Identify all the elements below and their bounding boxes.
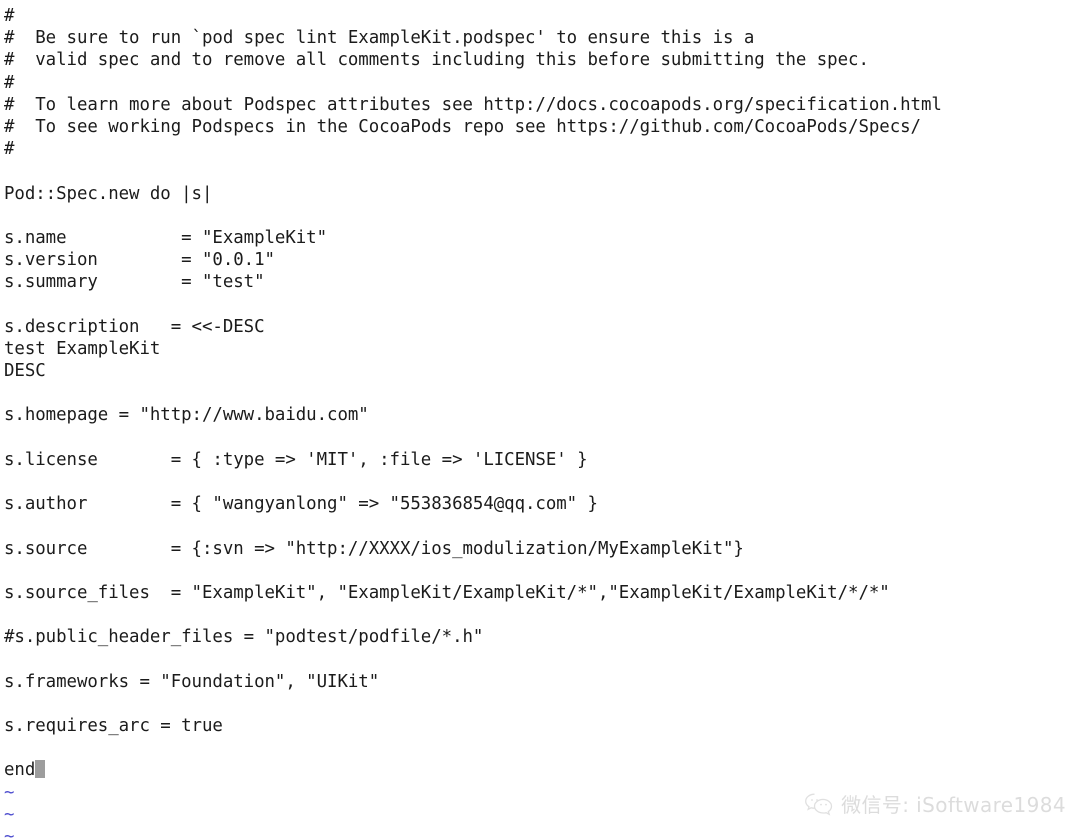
- vim-tilde: ~: [4, 782, 15, 803]
- code-line[interactable]: Pod::Spec.new do |s|: [4, 183, 1080, 205]
- code-line[interactable]: s.frameworks = "Foundation", "UIKit": [4, 671, 1080, 693]
- code-line-end-text: end: [4, 760, 36, 781]
- code-line[interactable]: s.description = <<-DESC: [4, 316, 1080, 338]
- code-line[interactable]: s.homepage = "http://www.baidu.com": [4, 404, 1080, 426]
- code-line[interactable]: [4, 515, 1080, 537]
- text-cursor: [35, 760, 46, 779]
- code-line-end[interactable]: end: [4, 759, 1080, 781]
- code-line[interactable]: s.version = "0.0.1": [4, 249, 1080, 271]
- code-line[interactable]: [4, 560, 1080, 582]
- code-line[interactable]: [4, 160, 1080, 182]
- code-line[interactable]: s.source_files = "ExampleKit", "ExampleK…: [4, 582, 1080, 604]
- code-line[interactable]: s.requires_arc = true: [4, 715, 1080, 737]
- code-line[interactable]: [4, 205, 1080, 227]
- code-line[interactable]: [4, 427, 1080, 449]
- code-lines[interactable]: # # Be sure to run `pod spec lint Example…: [4, 5, 1080, 759]
- code-line[interactable]: # Be sure to run `pod spec lint ExampleK…: [4, 27, 1080, 49]
- code-line[interactable]: [4, 737, 1080, 759]
- vim-tilde: ~: [4, 804, 15, 825]
- terminal-screen: # # Be sure to run `pod spec lint Example…: [0, 0, 1080, 840]
- code-line[interactable]: # To learn more about Podspec attributes…: [4, 94, 1080, 116]
- code-line[interactable]: s.summary = "test": [4, 271, 1080, 293]
- code-line[interactable]: # To see working Podspecs in the CocoaPo…: [4, 116, 1080, 138]
- code-line[interactable]: #: [4, 138, 1080, 160]
- code-line[interactable]: s.name = "ExampleKit": [4, 227, 1080, 249]
- vim-tilde: ~: [4, 826, 15, 840]
- code-line[interactable]: [4, 693, 1080, 715]
- code-line[interactable]: # valid spec and to remove all comments …: [4, 49, 1080, 71]
- code-line[interactable]: [4, 604, 1080, 626]
- code-line[interactable]: [4, 648, 1080, 670]
- code-line[interactable]: [4, 382, 1080, 404]
- code-line[interactable]: test ExampleKit: [4, 338, 1080, 360]
- vim-editor-buffer[interactable]: # # Be sure to run `pod spec lint Example…: [0, 0, 1080, 840]
- code-line[interactable]: s.source = {:svn => "http://XXXX/ios_mod…: [4, 538, 1080, 560]
- code-line[interactable]: #: [4, 72, 1080, 94]
- code-line[interactable]: [4, 293, 1080, 315]
- code-line[interactable]: s.license = { :type => 'MIT', :file => '…: [4, 449, 1080, 471]
- vim-empty-line-markers: ~ ~ ~: [4, 782, 1080, 840]
- code-line[interactable]: #: [4, 5, 1080, 27]
- code-line[interactable]: [4, 471, 1080, 493]
- code-line[interactable]: s.author = { "wangyanlong" => "553836854…: [4, 493, 1080, 515]
- code-line[interactable]: #s.public_header_files = "podtest/podfil…: [4, 626, 1080, 648]
- code-line[interactable]: DESC: [4, 360, 1080, 382]
